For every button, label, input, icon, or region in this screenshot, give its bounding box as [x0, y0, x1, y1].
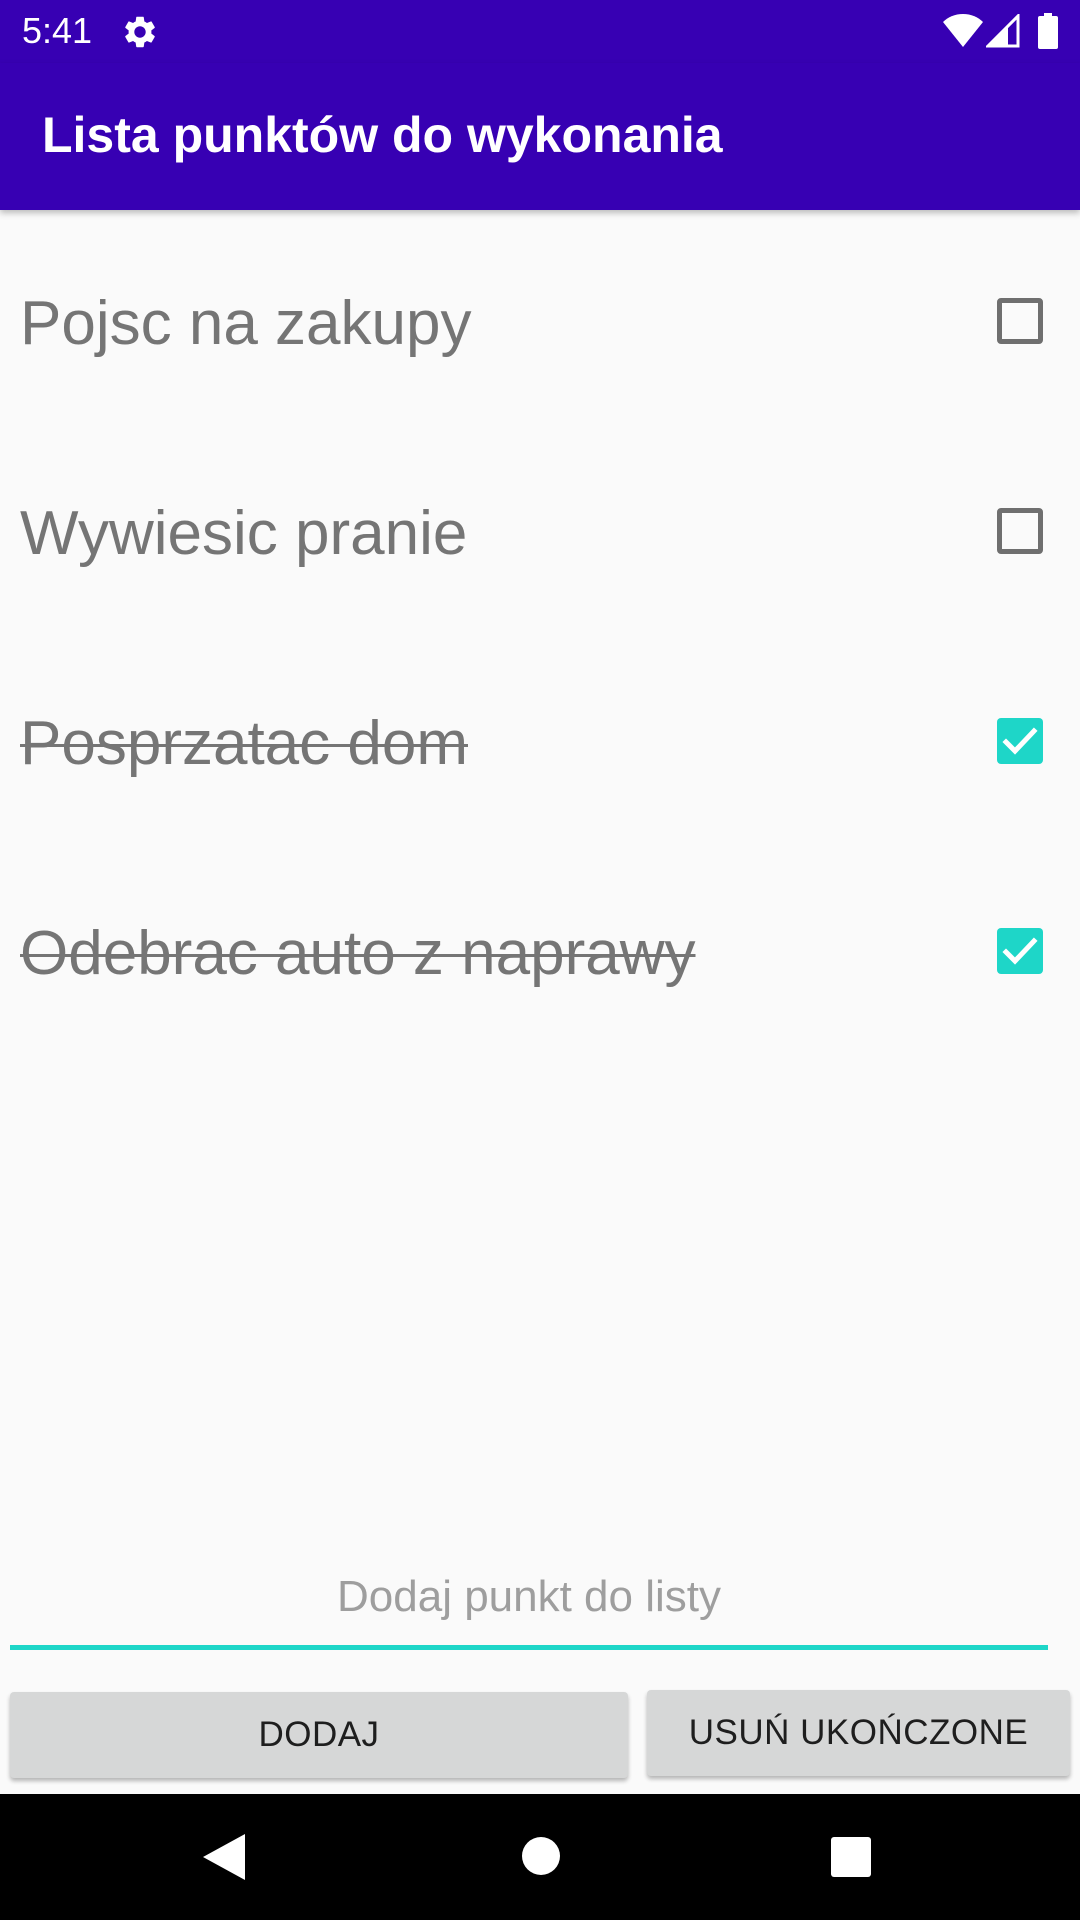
todo-list: Pojsc na zakupy Wywiesic pranie Posprzat… — [0, 210, 1080, 1050]
add-item-input[interactable] — [10, 1548, 1048, 1650]
screen: 5:41 Lista punktów do wykonania Pojsc na… — [0, 0, 1080, 1920]
checkmark-icon — [1002, 727, 1038, 755]
todo-item-label: Posprzatac dom — [20, 709, 468, 778]
list-item[interactable]: Posprzatac dom — [0, 630, 1080, 840]
checkbox-checked[interactable] — [997, 928, 1043, 974]
status-bar: 5:41 — [0, 0, 1080, 63]
navigation-bar — [0, 1794, 1080, 1920]
list-item[interactable]: Pojsc na zakupy — [0, 210, 1080, 420]
page-title: Lista punktów do wykonania — [42, 107, 723, 163]
gear-icon — [125, 16, 155, 48]
todo-item-label: Wywiesic pranie — [20, 499, 468, 568]
todo-item-label: Odebrac auto z naprawy — [20, 919, 696, 988]
list-item[interactable]: Odebrac auto z naprawy — [0, 840, 1080, 1050]
todo-item-label: Pojsc na zakupy — [20, 289, 472, 358]
remove-completed-button[interactable]: USUŃ UKOŃCZONE — [647, 1690, 1070, 1776]
status-time: 5:41 — [22, 10, 93, 51]
wifi-icon — [943, 14, 983, 47]
recents-icon[interactable] — [831, 1837, 871, 1877]
checkbox-unchecked[interactable] — [997, 298, 1043, 344]
checkmark-icon — [1002, 937, 1038, 965]
back-icon[interactable] — [203, 1834, 245, 1880]
battery-icon — [1038, 13, 1058, 49]
list-item[interactable]: Wywiesic pranie — [0, 420, 1080, 630]
checkbox-checked[interactable] — [997, 718, 1043, 764]
cell-signal-icon — [986, 14, 1020, 48]
add-button[interactable]: DODAJ — [10, 1692, 628, 1778]
checkbox-unchecked[interactable] — [997, 508, 1043, 554]
app-bar: Lista punktów do wykonania — [0, 63, 1080, 210]
home-icon[interactable] — [521, 1836, 561, 1876]
